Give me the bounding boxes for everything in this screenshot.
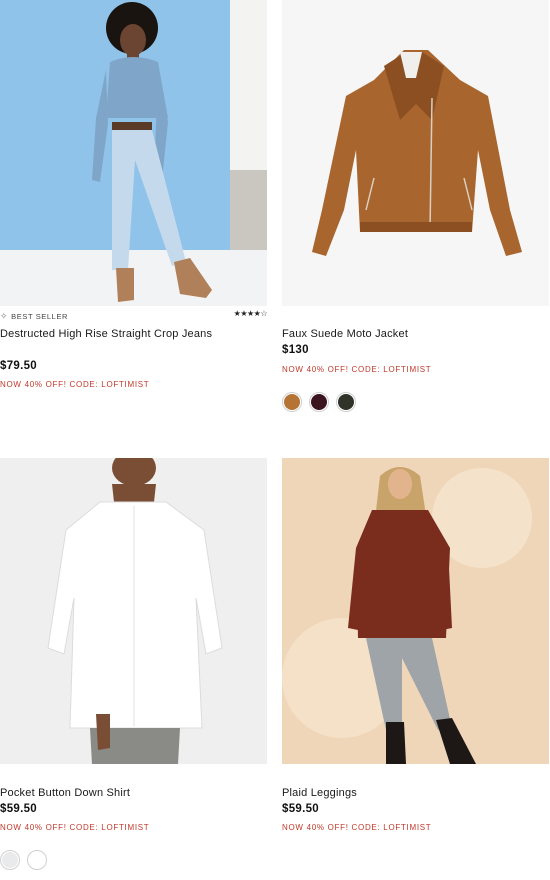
product-image[interactable] xyxy=(0,0,267,306)
white-shirt-image xyxy=(47,458,223,764)
product-price: $130 xyxy=(282,344,309,356)
promo-text: NOW 40% OFF! CODE: LOFTIMIST xyxy=(282,365,432,374)
product-card-2[interactable]: Faux Suede Moto Jacket $130 NOW 40% OFF!… xyxy=(282,0,549,420)
product-name[interactable]: Plaid Leggings xyxy=(282,785,512,801)
promo-text: NOW 40% OFF! CODE: LOFTIMIST xyxy=(0,380,150,389)
color-swatch-white[interactable] xyxy=(27,850,47,870)
product-name[interactable]: Faux Suede Moto Jacket xyxy=(282,326,512,342)
product-name[interactable]: Pocket Button Down Shirt xyxy=(0,785,230,801)
plaid-leggings-image xyxy=(282,458,549,764)
promo-text: NOW 40% OFF! CODE: LOFTIMIST xyxy=(282,823,432,832)
color-swatches xyxy=(282,392,356,412)
rating-stars: ★★★★☆ xyxy=(233,309,268,318)
color-swatches xyxy=(0,850,47,870)
color-swatch-olive[interactable] xyxy=(336,392,356,412)
product-image[interactable] xyxy=(282,0,549,306)
color-swatch-light-gray[interactable] xyxy=(0,850,20,870)
product-image[interactable] xyxy=(282,458,549,764)
product-card-1[interactable]: ✧ BEST SELLER ★★★★☆ Destructed High Rise … xyxy=(0,0,268,400)
product-name[interactable]: Destructed High Rise Straight Crop Jeans xyxy=(0,326,230,342)
color-swatch-camel[interactable] xyxy=(282,392,302,412)
color-swatch-burgundy[interactable] xyxy=(309,392,329,412)
product-price: $59.50 xyxy=(282,803,319,815)
product-card-3[interactable]: Pocket Button Down Shirt $59.50 NOW 40% … xyxy=(0,458,267,878)
product-price: $79.50 xyxy=(0,360,37,372)
best-seller-badge: ✧ BEST SELLER xyxy=(0,311,69,321)
model-jeans-image xyxy=(0,0,267,306)
product-price: $59.50 xyxy=(0,803,37,815)
product-image[interactable] xyxy=(0,458,267,764)
promo-text: NOW 40% OFF! CODE: LOFTIMIST xyxy=(0,823,150,832)
sparkle-icon: ✧ xyxy=(0,311,9,321)
suede-jacket-image xyxy=(312,50,522,256)
product-card-4[interactable]: Plaid Leggings $59.50 NOW 40% OFF! CODE:… xyxy=(282,458,549,858)
